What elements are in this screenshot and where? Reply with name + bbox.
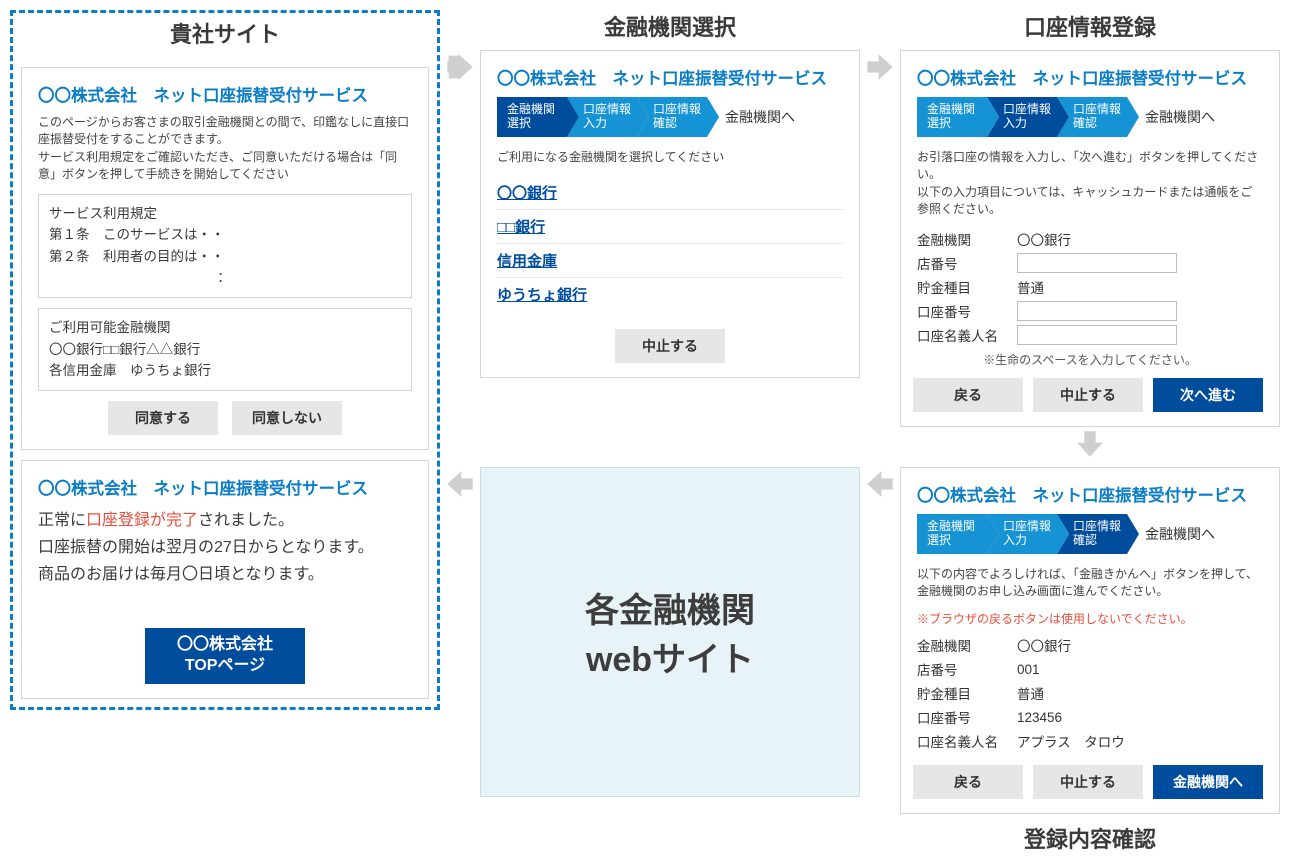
consent-card: 〇〇株式会社 ネット口座振替受付サービス このページからお客さまの取引金融機関と… <box>21 67 429 450</box>
bank-link[interactable]: ゆうちょ銀行 <box>497 278 843 311</box>
bank-link[interactable]: 〇〇銀行 <box>497 176 843 210</box>
arrow-right-icon <box>440 50 480 84</box>
column-header-select: 金融機関選択 <box>480 10 860 50</box>
browser-back-warning: ※ブラウザの戻るボタンは使用しないでください。 <box>917 610 1263 627</box>
top-page-button[interactable]: 〇〇株式会社TOPページ <box>145 628 305 684</box>
branch-input[interactable] <box>1017 253 1177 273</box>
step-select: 金融機関 選択 <box>497 97 567 137</box>
terms-line: 第２条 利用者の目的は・・ <box>49 246 401 268</box>
terms-box: サービス利用規定 第１条 このサービスは・・ 第２条 利用者の目的は・・ ： <box>38 194 412 298</box>
agree-button[interactable]: 同意する <box>108 401 218 435</box>
next-button[interactable]: 次へ進む <box>1153 378 1263 412</box>
back-button[interactable]: 戻る <box>913 378 1023 412</box>
consent-description: このページからお客さまの取引金融機関との間で、印鑑なしに直接口座振替受付をするこ… <box>38 114 412 184</box>
service-title: 〇〇株式会社 ネット口座振替受付サービス <box>917 482 1263 506</box>
step-select: 金融機関 選択 <box>917 97 987 137</box>
arrow-left-icon <box>440 467 480 501</box>
progress-steps: 金融機関 選択 口座情報 入力 口座情報 確認 金融機関へ <box>917 514 1263 554</box>
arrow-down-icon <box>900 427 1280 461</box>
name-input[interactable] <box>1017 325 1177 345</box>
service-title: 〇〇株式会社 ネット口座振替受付サービス <box>917 65 1263 89</box>
progress-steps: 金融機関 選択 口座情報 入力 口座情報 確認 金融機関へ <box>917 97 1263 137</box>
account-input[interactable] <box>1017 301 1177 321</box>
column-caption-confirm: 登録内容確認 <box>900 822 1280 854</box>
bank-link[interactable]: 信用金庫 <box>497 244 843 278</box>
entry-note: ※生命のスペースを入力してください。 <box>917 351 1263 368</box>
service-title: 〇〇株式会社 ネット口座振替受付サービス <box>38 475 412 499</box>
bank-link[interactable]: □□銀行 <box>497 210 843 244</box>
cancel-button[interactable]: 中止する <box>615 329 725 363</box>
step-end-label: 金融機関へ <box>1145 524 1215 544</box>
account-entry-card: 〇〇株式会社 ネット口座振替受付サービス 金融機関 選択 口座情報 入力 口座情… <box>900 50 1280 427</box>
available-banks-line: 〇〇銀行□□銀行△△銀行 <box>49 339 401 361</box>
available-banks-box: ご利用可能金融機関 〇〇銀行□□銀行△△銀行 各信用金庫 ゆうちょ銀行 <box>38 308 412 391</box>
ellipsis: ： <box>49 267 401 289</box>
confirm-values: 金融機関〇〇銀行 店番号001 貯金種目普通 口座番号123456 口座名義人名… <box>917 635 1263 751</box>
bank-select-card: 〇〇株式会社 ネット口座振替受付サービス 金融機関 選択 口座情報 入力 口座情… <box>480 50 860 378</box>
go-to-bank-button[interactable]: 金融機関へ <box>1153 765 1263 799</box>
account-confirm-card: 〇〇株式会社 ネット口座振替受付サービス 金融機関 選択 口座情報 入力 口座情… <box>900 467 1280 815</box>
disagree-button[interactable]: 同意しない <box>232 401 342 435</box>
step-end-label: 金融機関へ <box>1145 107 1215 127</box>
external-bank-site-card: 各金融機関webサイト <box>480 467 860 797</box>
step-end-label: 金融機関へ <box>725 107 795 127</box>
step-select: 金融機関 選択 <box>917 514 987 554</box>
column-header-entry: 口座情報登録 <box>900 10 1280 50</box>
service-title: 〇〇株式会社 ネット口座振替受付サービス <box>38 82 412 106</box>
arrow-right-icon <box>860 50 900 84</box>
progress-steps: 金融機関 選択 口座情報 入力 口座情報 確認 金融機関へ <box>497 97 843 137</box>
cancel-button[interactable]: 中止する <box>1033 378 1143 412</box>
available-banks-title: ご利用可能金融機関 <box>49 317 401 339</box>
available-banks-line: 各信用金庫 ゆうちょ銀行 <box>49 360 401 382</box>
arrow-left-icon <box>860 467 900 501</box>
complete-card: 〇〇株式会社 ネット口座振替受付サービス 正常に口座登録が完了されました。 口座… <box>21 460 429 700</box>
terms-line: 第１条 このサービスは・・ <box>49 224 401 246</box>
back-button[interactable]: 戻る <box>913 765 1023 799</box>
column-header-your-site: 貴社サイト <box>21 17 429 57</box>
flow-diagram: 貴社サイト 〇〇株式会社 ネット口座振替受付サービス このページからお客さまの取… <box>10 10 1287 854</box>
cancel-button[interactable]: 中止する <box>1033 765 1143 799</box>
confirm-description: 以下の内容でよろしければ、「金融きかんへ」ボタンを押して、金融機関のお申し込み画… <box>917 566 1263 601</box>
bank-list: 〇〇銀行 □□銀行 信用金庫 ゆうちょ銀行 <box>497 176 843 311</box>
terms-title: サービス利用規定 <box>49 203 401 225</box>
complete-message: 正常に口座登録が完了されました。 口座振替の開始は翌月の27日からとなります。 … <box>38 507 412 589</box>
entry-description: お引落口座の情報を入力し、「次へ進む」ボタンを押してください。 以下の入力項目に… <box>917 149 1263 219</box>
service-title: 〇〇株式会社 ネット口座振替受付サービス <box>497 65 843 89</box>
your-site-column: 貴社サイト 〇〇株式会社 ネット口座振替受付サービス このページからお客さまの取… <box>10 10 440 710</box>
entry-form: 金融機関〇〇銀行 店番号 貯金種目普通 口座番号 口座名義人名 <box>917 229 1263 345</box>
select-prompt: ご利用になる金融機関を選択してください <box>497 149 843 166</box>
